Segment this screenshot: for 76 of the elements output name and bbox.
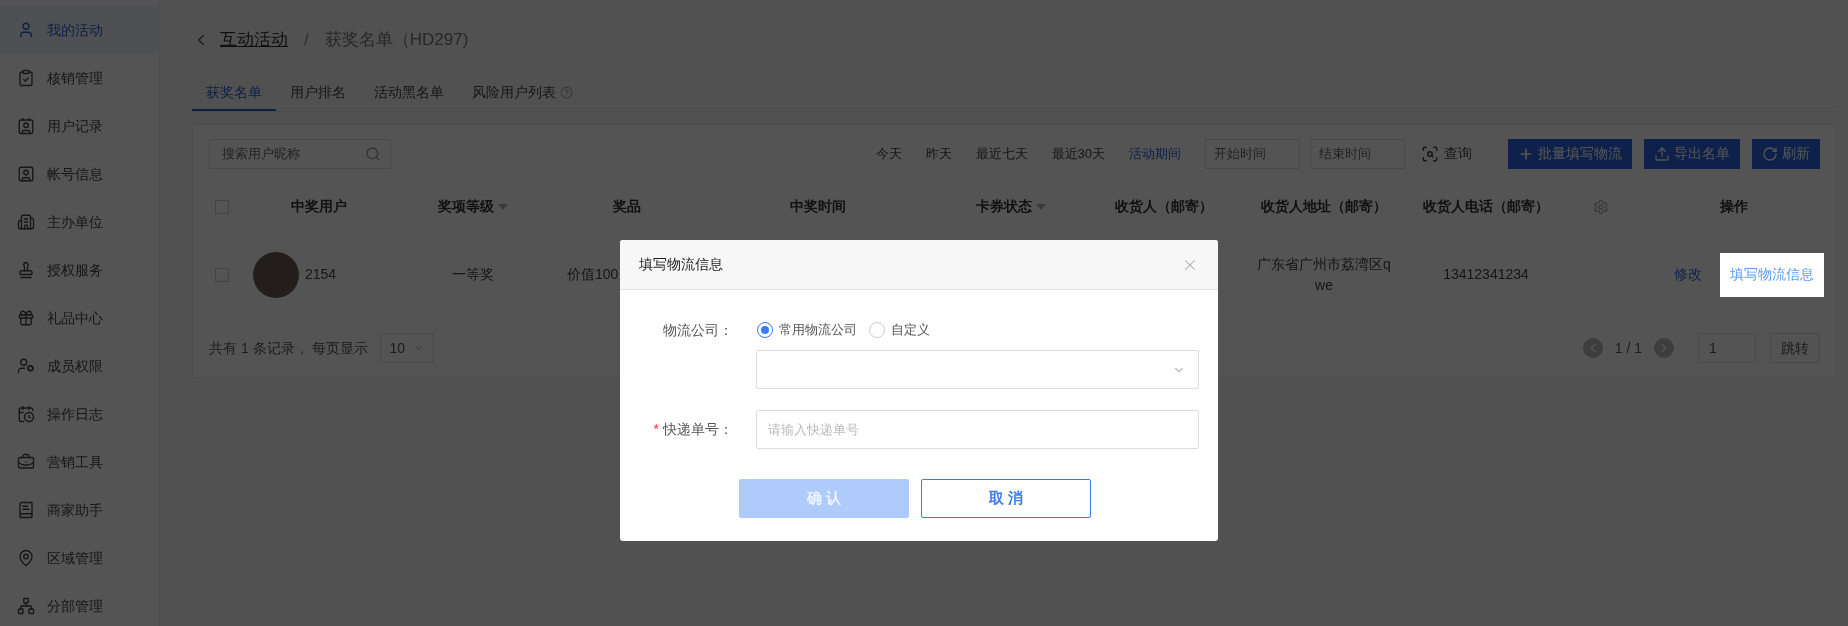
query-icon (1421, 144, 1439, 163)
tracking-number-field[interactable]: 请输入快递单号 (756, 410, 1199, 449)
radio-option[interactable]: 常用物流公司 (757, 320, 857, 340)
settings-icon[interactable] (1593, 198, 1609, 215)
date-filter-link[interactable]: 活动期间 (1129, 143, 1181, 164)
cancel-button[interactable]: 取 消 (921, 479, 1091, 518)
building-icon (17, 213, 35, 231)
sidebar-item[interactable]: 核销管理 (0, 54, 159, 102)
tab[interactable]: 用户排名 (276, 76, 360, 111)
page-jump-field[interactable]: 1 (1698, 333, 1756, 363)
sidebar-item[interactable]: 帐号信息 (0, 150, 159, 198)
help-icon[interactable] (560, 86, 573, 99)
breadcrumb-link[interactable]: 互动活动 (220, 27, 288, 53)
form-label: 物流公司： (662, 320, 733, 340)
sidebar-item[interactable]: 礼品中心 (0, 294, 159, 342)
dialog-title: 填写物流信息 (639, 255, 723, 274)
date-filter-link[interactable]: 昨天 (925, 143, 952, 164)
column-header: 收货人（邮寄） (1115, 197, 1213, 216)
sidebar-item[interactable]: 营销工具 (0, 438, 159, 486)
book-icon (17, 501, 35, 519)
clipboard-check-icon (17, 69, 35, 87)
column-header: 收货人电话（邮寄） (1423, 197, 1549, 216)
form-label: * 快递单号： (652, 420, 733, 439)
action-link[interactable]: 填写物流信息 (1720, 252, 1824, 297)
table-cell-text: 广东省广州市荔湾区qwe (1256, 254, 1392, 295)
user-square-icon (17, 165, 35, 183)
column-header: 奖品 (613, 197, 641, 216)
user-icon (17, 21, 35, 39)
sidebar-item[interactable]: 主办单位 (0, 198, 159, 246)
sidebar-item[interactable]: 分部管理 (0, 582, 159, 626)
contact-card-icon (17, 117, 35, 135)
toolbar-button[interactable]: 批量填写物流 (1508, 138, 1632, 169)
page-size-select[interactable]: 10 (380, 333, 435, 363)
radio-option[interactable]: 自定义 (869, 320, 930, 340)
gift-icon (17, 309, 35, 327)
calendar-icon (17, 405, 35, 423)
company-select[interactable] (756, 350, 1199, 389)
tab[interactable]: 活动黑名单 (360, 76, 458, 111)
table-cell-text: 价值100 (567, 265, 619, 284)
column-header: 奖项等级 (438, 197, 494, 216)
toolbar-button[interactable]: 导出名单 (1644, 138, 1740, 169)
sidebar-item[interactable]: 区域管理 (0, 534, 159, 582)
column-header: 收货人地址（邮寄） (1261, 197, 1387, 216)
date-filter-link[interactable]: 最近30天 (1051, 143, 1105, 164)
search-icon (365, 145, 381, 162)
sidebar-item[interactable]: 我的活动 (0, 6, 159, 54)
sidebar-item[interactable]: 操作日志 (0, 390, 159, 438)
tab[interactable]: 风险用户列表 (458, 76, 587, 111)
stamp-icon (17, 261, 35, 279)
column-header: 操作 (1719, 197, 1748, 216)
page-indicator: 1 / 1 (1614, 338, 1642, 358)
sidebar-item[interactable]: 授权服务 (0, 246, 159, 294)
action-link[interactable]: 修改 (1664, 252, 1712, 297)
sort-caret-icon[interactable] (498, 203, 508, 210)
sort-caret-icon[interactable] (1036, 203, 1046, 210)
tab[interactable]: 获奖名单 (192, 76, 276, 111)
query-button[interactable]: 查询 (1421, 143, 1472, 164)
column-header: 中奖用户 (291, 197, 347, 216)
toolbar-button[interactable]: 刷新 (1752, 138, 1820, 169)
breadcrumb-separator: / (304, 29, 309, 52)
user-gear-icon (17, 357, 35, 375)
briefcase-icon (17, 453, 35, 471)
upload-icon (1654, 145, 1670, 162)
network-icon (17, 597, 35, 615)
sidebar-item[interactable]: 商家助手 (0, 486, 159, 534)
sidebar-item[interactable]: 用户记录 (0, 102, 159, 150)
column-header: 中奖时间 (790, 197, 846, 216)
table-cell-text: 一等奖 (452, 265, 494, 284)
table-cell-text: 13412341234 (1443, 265, 1529, 284)
date-filter-link[interactable]: 今天 (875, 143, 902, 164)
avatar (253, 251, 299, 298)
date-filter-link[interactable]: 最近七天 (975, 143, 1028, 164)
refresh-icon (1762, 145, 1778, 162)
map-pin-icon (17, 549, 35, 567)
user-name: 2154 (305, 265, 337, 284)
column-header: 卡券状态 (976, 197, 1032, 216)
